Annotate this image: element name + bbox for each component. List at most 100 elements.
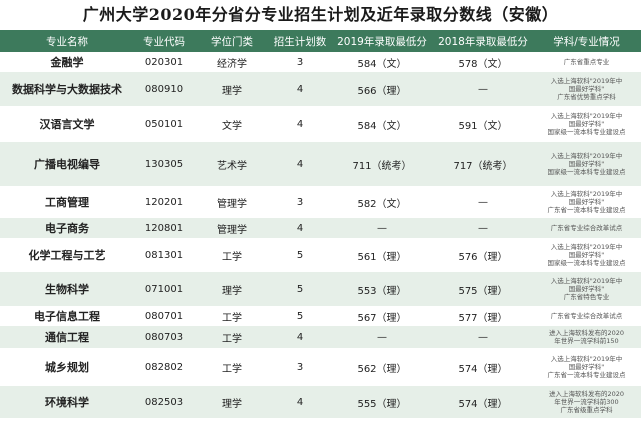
discipline-note-line: 国最好学科" [568,363,605,371]
min-score-2018-cell: 578（文） [434,52,532,72]
enrollment-plan-cell: 5 [270,306,330,326]
min-score-2019-cell: 555（理） [330,386,434,418]
discipline-status-cell: 入选上海软科"2019年中 国最好学科" 国家级一流本科专业建设点 [532,106,641,142]
min-score-2018-cell: 574（理） [434,348,532,386]
major-code-cell: 050101 [134,106,194,142]
major-code-cell: 082802 [134,348,194,386]
min-score-2019-cell: 553（理） [330,272,434,306]
discipline-status-cell: 广东省重点专业 [532,52,641,72]
discipline-note-line: 广东省优势重点学科 [557,93,616,101]
discipline-note-line: 广东省专业综合改革试点 [550,224,623,232]
discipline-note-line: 入选上海软科"2019年中 [550,277,623,285]
discipline-note-line: 广东省专业综合改革试点 [550,312,623,320]
discipline-note-line: 国家级一流本科专业建设点 [547,168,626,176]
enrollment-plan-cell: 4 [270,218,330,238]
table-row: 生物科学 071001 理学 5 553（理） 575（理） 入选上海软科"2019年中 国最… [0,272,641,306]
header-major-code: 专业代码 [134,30,194,52]
admission-table: 专业名称 专业代码 学位门类 招生计划数 2019年录取最低分 2018年录取最… [0,30,641,418]
discipline-status-cell: 入选上海软科"2019年中 国最好学科" 广东省一流本科专业建设点 [532,348,641,386]
discipline-note-line: 国最好学科" [568,285,605,293]
header-discipline-status: 学科/专业情况 [532,30,641,52]
discipline-note-line: 国最好学科" [568,198,605,206]
discipline-note-line: 入选上海软科"2019年中 [550,77,623,85]
discipline-status-cell: 广东省专业综合改革试点 [532,218,641,238]
table-row: 化学工程与工艺 081301 工学 5 561（理） 576（理） 入选上海软科"2019年… [0,238,641,272]
header-major-name: 专业名称 [0,30,134,52]
min-score-2018-cell: — [434,72,532,106]
degree-category-cell: 工学 [194,306,270,326]
table-row: 工商管理 120201 管理学 3 582（文） — 入选上海软科"2019年中 国最好学科"… [0,186,641,218]
min-score-2019-cell: 562（理） [330,348,434,386]
page-title: 广州大学2020年分省分专业招生计划及近年录取分数线（安徽） [82,5,559,24]
discipline-status-cell: 广东省专业综合改革试点 [532,306,641,326]
discipline-note-line: 年世界一流学科前150 [554,337,619,345]
enrollment-plan-cell: 3 [270,348,330,386]
table-header-row: 专业名称 专业代码 学位门类 招生计划数 2019年录取最低分 2018年录取最… [0,30,641,52]
degree-category-cell: 管理学 [194,186,270,218]
discipline-note-line: 广东省一流本科专业建设点 [547,371,626,379]
min-score-2019-cell: 567（理） [330,306,434,326]
discipline-note-line: 国最好学科" [568,251,605,259]
table-row: 环境科学 082503 理学 4 555（理） 574（理） 进入上海软科发布的2020 年世… [0,386,641,418]
header-min-score-2018: 2018年录取最低分 [434,30,532,52]
enrollment-plan-cell: 3 [270,186,330,218]
major-name-cell: 生物科学 [0,272,134,306]
major-code-cell: 120801 [134,218,194,238]
major-code-cell: 080910 [134,72,194,106]
discipline-note-line: 入选上海软科"2019年中 [550,112,623,120]
min-score-2018-cell: 717（统考） [434,142,532,186]
major-name-cell: 数据科学与大数据技术 [0,72,134,106]
discipline-note-line: 广东省特色专业 [563,293,610,301]
min-score-2018-cell: 577（理） [434,306,532,326]
min-score-2018-cell: 576（理） [434,238,532,272]
discipline-status-cell: 入选上海软科"2019年中 国最好学科" 国家级一流本科专业建设点 [532,238,641,272]
table-row: 汉语言文学 050101 文学 4 584（文） 591（文） 入选上海软科"2019年中国… [0,106,641,142]
discipline-status-cell: 入选上海软科"2019年中 国最好学科" 广东省特色专业 [532,272,641,306]
min-score-2018-cell: 591（文） [434,106,532,142]
min-score-2018-cell: — [434,218,532,238]
discipline-status-cell: 入选上海软科"2019年中 国最好学科" 广东省优势重点学科 [532,72,641,106]
discipline-note-line: 广东省级重点学科 [560,406,613,414]
table-body: 金融学 020301 经济学 3 584（文） 578（文） 广东省重点专业 数据科学与大数据… [0,52,641,418]
enrollment-plan-cell: 3 [270,52,330,72]
major-name-cell: 化学工程与工艺 [0,238,134,272]
major-code-cell: 080701 [134,306,194,326]
major-name-cell: 城乡规划 [0,348,134,386]
min-score-2019-cell: — [330,218,434,238]
discipline-note-line: 国家级一流本科专业建设点 [547,128,626,136]
min-score-2018-cell: 575（理） [434,272,532,306]
discipline-note-line: 国最好学科" [568,85,605,93]
table-row: 城乡规划 082802 工学 3 562（理） 574（理） 入选上海软科"2019年中 国最… [0,348,641,386]
min-score-2018-cell: — [434,186,532,218]
degree-category-cell: 理学 [194,72,270,106]
table-row: 电子信息工程 080701 工学 5 567（理） 577（理） 广东省专业综合改革试点 [0,306,641,326]
major-code-cell: 120201 [134,186,194,218]
table-row: 数据科学与大数据技术 080910 理学 4 566（理） — 入选上海软科"2019年中国… [0,72,641,106]
major-name-cell: 工商管理 [0,186,134,218]
min-score-2019-cell: 561（理） [330,238,434,272]
enrollment-plan-cell: 4 [270,72,330,106]
discipline-note-line: 进入上海软科发布的2020 [548,390,625,398]
major-name-cell: 广播电视编导 [0,142,134,186]
major-code-cell: 082503 [134,386,194,418]
discipline-note-line: 国最好学科" [568,160,605,168]
enrollment-plan-cell: 5 [270,238,330,272]
discipline-note-line: 入选上海软科"2019年中 [550,190,623,198]
table-row: 广播电视编导 130305 艺术学 4 711（统考） 717（统考） 入选上海软科"201… [0,142,641,186]
enrollment-plan-cell: 4 [270,386,330,418]
major-code-cell: 130305 [134,142,194,186]
degree-category-cell: 工学 [194,326,270,348]
enrollment-plan-cell: 4 [270,326,330,348]
header-min-score-2019: 2019年录取最低分 [330,30,434,52]
major-name-cell: 电子商务 [0,218,134,238]
discipline-note-line: 年世界一流学科前300 [554,398,619,406]
major-name-cell: 汉语言文学 [0,106,134,142]
degree-category-cell: 经济学 [194,52,270,72]
degree-category-cell: 文学 [194,106,270,142]
discipline-note-line: 广东省一流本科专业建设点 [547,206,626,214]
min-score-2019-cell: — [330,326,434,348]
discipline-status-cell: 入选上海软科"2019年中 国最好学科" 国家级一流本科专业建设点 [532,142,641,186]
min-score-2019-cell: 566（理） [330,72,434,106]
discipline-status-cell: 进入上海软科发布的2020 年世界一流学科前150 [532,326,641,348]
major-code-cell: 081301 [134,238,194,272]
